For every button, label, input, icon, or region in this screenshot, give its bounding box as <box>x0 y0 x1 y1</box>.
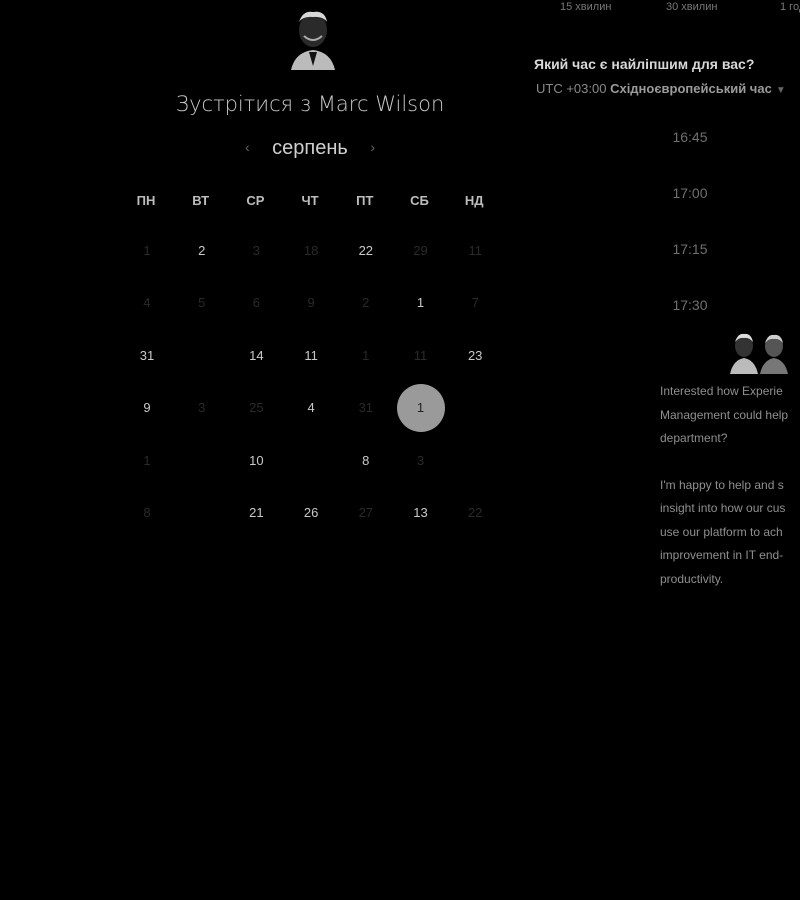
calendar-day: 3 <box>416 452 425 468</box>
calendar-day <box>451 384 499 432</box>
weekday-label: ПН <box>136 193 156 208</box>
time-slot[interactable]: 17:15 <box>650 241 730 257</box>
calendar-day <box>178 436 226 484</box>
host-avatar <box>291 11 335 70</box>
month-navigator: ‹ серпень › <box>240 135 380 163</box>
calendar-day: 8 <box>143 505 151 520</box>
calendar-day: 4 <box>143 295 151 310</box>
calendar-day[interactable]: 8 <box>342 436 390 484</box>
time-question: Який час є найліпшим для вас? <box>534 56 755 72</box>
month-label: серпень <box>272 137 348 159</box>
calendar-day <box>178 331 226 379</box>
title-prefix: Зустрітися з <box>175 92 312 116</box>
calendar-day <box>451 436 499 484</box>
calendar-day: 25 <box>249 400 264 415</box>
weekday-label: СБ <box>410 193 429 208</box>
duration-tabs: 15 хвилин 30 хвилин 1 год <box>540 0 800 16</box>
timezone-selector[interactable]: UTC +03:00 Східноєвропейський час ▼ <box>536 81 786 96</box>
calendar-day[interactable]: 11 <box>287 331 335 379</box>
calendar-day[interactable]: 26 <box>287 489 335 537</box>
calendar-day[interactable]: 13 <box>397 489 445 537</box>
bio-line: use our platform to ach <box>660 524 783 539</box>
bio-line: Management could help <box>660 407 789 422</box>
calendar-day: 31 <box>358 400 374 415</box>
bio-line: Interested how Experie <box>660 384 783 398</box>
calendar-day: 11 <box>468 242 482 258</box>
calendar-day[interactable]: 1 <box>397 279 445 327</box>
timezone-offset: UTC +03:00 <box>536 81 607 96</box>
time-slot[interactable]: 16:45 <box>650 129 730 145</box>
host-bio: Interested how Experie Management could … <box>660 380 800 591</box>
calendar-day: 22 <box>467 505 483 520</box>
meeting-title: Зустрітися з Marc Wilson <box>0 92 620 116</box>
calendar-day: 3 <box>198 400 206 415</box>
calendar-day[interactable]: 14 <box>232 331 280 379</box>
bio-line: productivity. <box>660 571 724 586</box>
calendar-day: 29 <box>413 242 428 258</box>
calendar-day: 7 <box>471 295 479 310</box>
calendar-day[interactable]: 10 <box>232 436 280 484</box>
calendar-day: 5 <box>198 295 206 310</box>
time-slot[interactable]: 17:00 <box>650 185 730 201</box>
duration-tab[interactable]: 30 хвилин <box>666 1 717 13</box>
calendar-day: 11 <box>413 347 428 363</box>
calendar-day[interactable]: 4 <box>287 384 335 432</box>
timezone-name: Східноєвропейський час <box>610 81 772 96</box>
calendar-day: 1 <box>362 347 370 363</box>
calendar-day[interactable]: 22 <box>342 226 390 274</box>
bio-line: I'm happy to help and s <box>660 477 784 492</box>
calendar-day: 1 <box>143 242 151 258</box>
calendar-day[interactable]: 21 <box>232 489 280 537</box>
calendar-day[interactable]: 23 <box>451 331 499 379</box>
weekday-label: НД <box>464 193 484 208</box>
calendar-day[interactable]: 9 <box>123 384 171 432</box>
calendar-day: 9 <box>307 295 315 310</box>
duration-tab[interactable]: 1 год <box>780 1 800 13</box>
bio-line: insight into how our cus <box>660 501 786 515</box>
bio-line: department? <box>660 431 728 445</box>
host-name: Marc Wilson <box>317 92 445 116</box>
calendar-grid: 1 2 3 18 22 29 11 4 5 6 9 2 1 7 31 14 11 1 11 23 9 3 25 4 31 1 1 10… <box>120 226 502 546</box>
weekday-label: СР <box>246 193 265 208</box>
team-avatars <box>730 333 788 374</box>
calendar-day: 27 <box>358 505 374 520</box>
calendar-day: 18 <box>303 242 319 258</box>
weekday-label: ПТ <box>356 193 374 208</box>
weekday-header: ПН ВТ СР ЧТ ПТ СБ НД <box>120 193 502 213</box>
calendar-day: 1 <box>143 452 151 468</box>
selected-day[interactable]: 1 <box>396 383 445 432</box>
calendar-day: 3 <box>252 242 260 258</box>
chevron-down-icon: ▼ <box>775 85 786 96</box>
calendar-day[interactable]: 31 <box>123 331 171 379</box>
calendar-day[interactable]: 2 <box>178 226 226 274</box>
bio-line: improvement in IT end- <box>660 548 784 562</box>
weekday-label: ВТ <box>192 193 210 208</box>
calendar-day: 6 <box>252 295 260 310</box>
weekday-label: ЧТ <box>301 193 319 208</box>
calendar-day <box>287 436 335 484</box>
time-slot[interactable]: 17:30 <box>650 297 730 313</box>
next-month-icon[interactable]: › <box>370 139 375 155</box>
calendar-day <box>178 489 226 537</box>
duration-tab[interactable]: 15 хвилин <box>560 1 611 13</box>
calendar-day: 2 <box>362 295 370 310</box>
